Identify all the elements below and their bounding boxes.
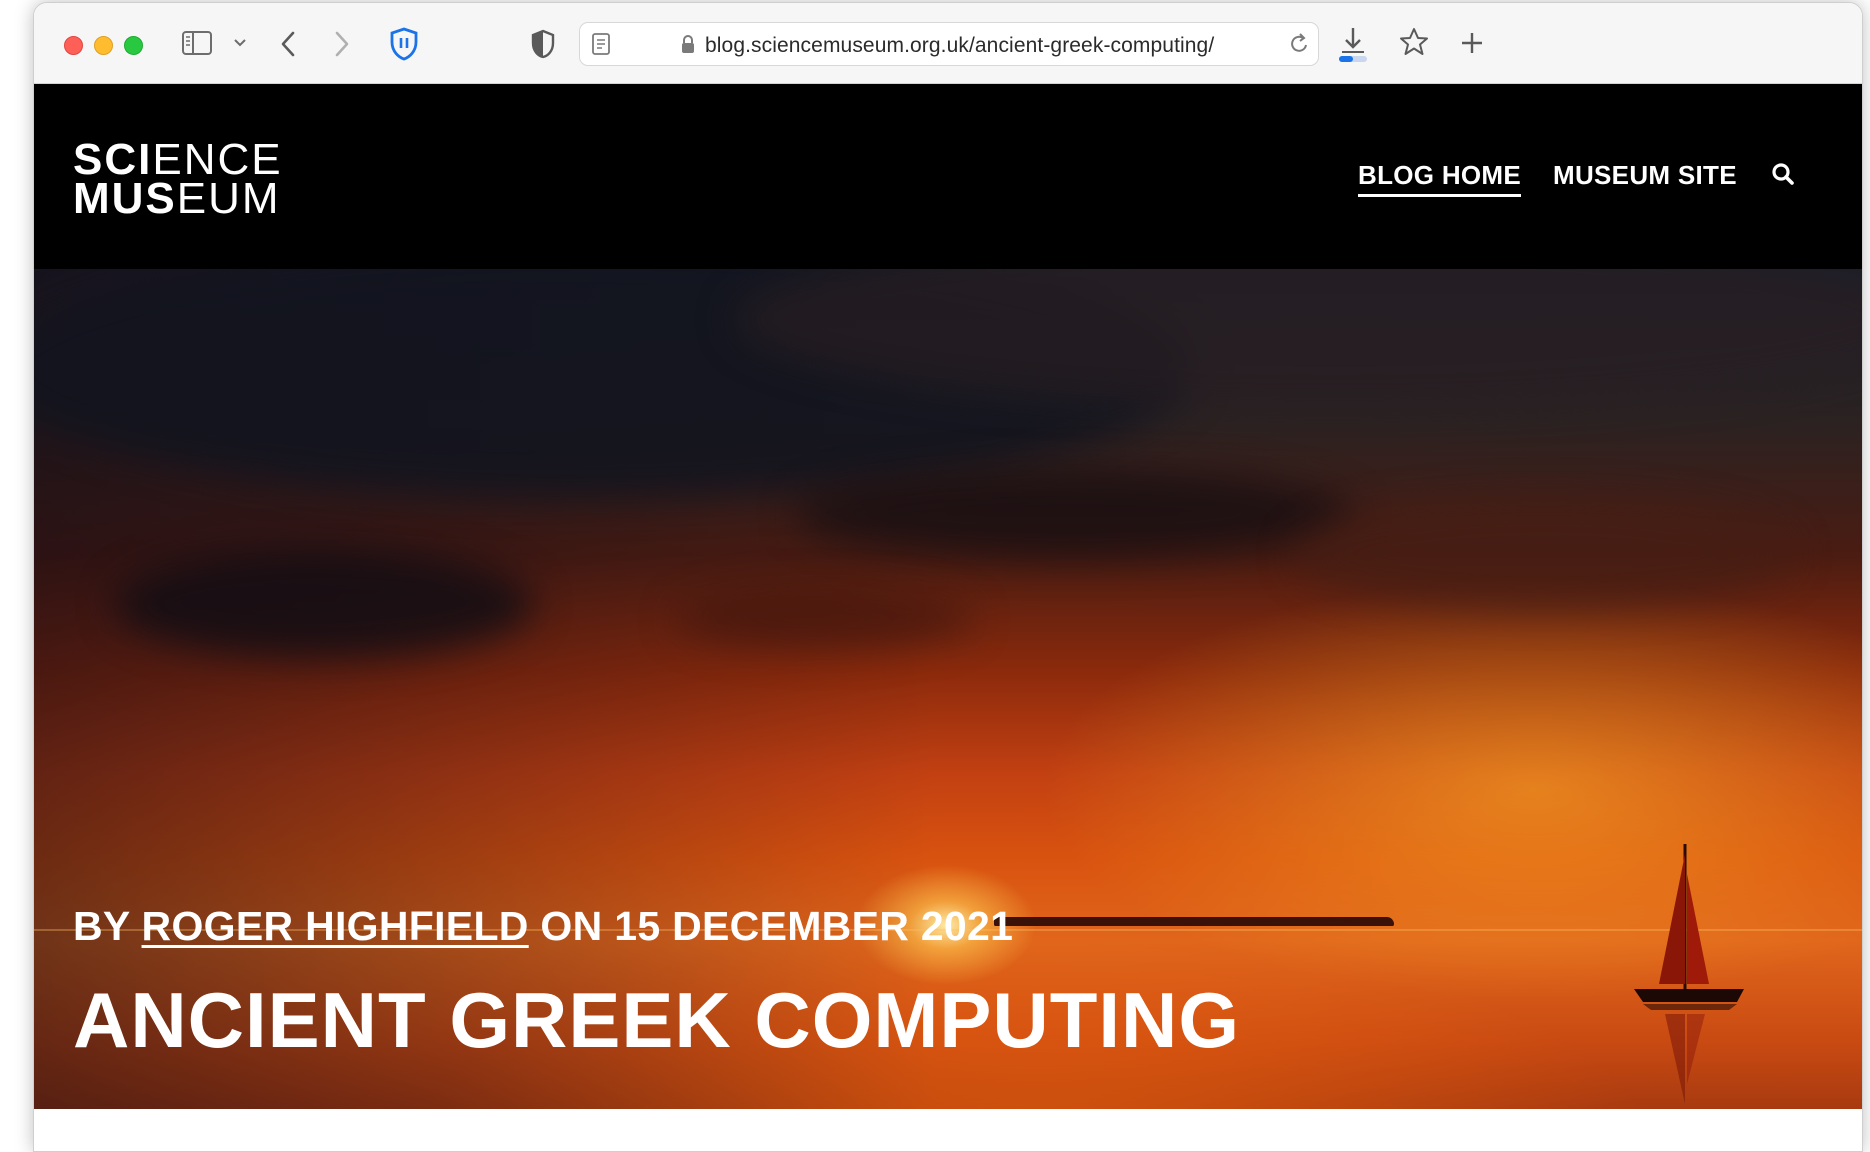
forward-icon[interactable] [334,31,350,57]
lock-icon [680,34,696,54]
sailboat-silhouette [1629,844,1749,1109]
hero-banner: BY ROGER HIGHFIELD ON 15 DECEMBER 2021 A… [34,269,1862,1109]
star-icon[interactable] [1399,27,1429,57]
article-byline: BY ROGER HIGHFIELD ON 15 DECEMBER 2021 [73,903,1013,950]
article-date: ON 15 DECEMBER 2021 [540,903,1014,949]
island-silhouette [994,917,1394,926]
zoom-window-button[interactable] [124,36,143,55]
science-museum-logo[interactable]: SCIENCE MUSEUM [73,138,283,221]
minimize-window-button[interactable] [94,36,113,55]
browser-toolbar: blog.sciencemuseum.org.uk/ancient-greek-… [34,3,1862,84]
author-link[interactable]: ROGER HIGHFIELD [142,903,529,949]
logo-text-bold-2: MUS [73,174,177,223]
close-window-button[interactable] [64,36,83,55]
search-icon[interactable] [1771,162,1795,191]
logo-text-thin-2: EUM [176,174,281,223]
cloud [794,469,1354,559]
url-text[interactable]: blog.sciencemuseum.org.uk/ancient-greek-… [705,34,1214,58]
nav-museum-site[interactable]: MUSEUM SITE [1553,160,1737,191]
byline-prefix: BY [73,903,130,949]
download-icon[interactable] [1336,25,1370,63]
sidebar-icon[interactable] [182,31,212,55]
plus-icon[interactable] [1460,31,1484,55]
nav-blog-home[interactable]: BLOG HOME [1358,160,1522,197]
cloud [114,549,534,659]
back-icon[interactable] [280,31,296,57]
cloud [1294,499,1794,609]
privacy-shield-icon[interactable] [531,29,555,59]
cloud [674,589,974,649]
shield-extension-icon[interactable] [389,27,419,61]
article-title: ANCIENT GREEK COMPUTING [73,976,1241,1064]
reader-icon[interactable] [592,33,610,55]
site-header: SCIENCE MUSEUM BLOG HOME MUSEUM SITE [34,84,1862,269]
address-bar[interactable]: blog.sciencemuseum.org.uk/ancient-greek-… [579,22,1319,66]
browser-window: blog.sciencemuseum.org.uk/ancient-greek-… [33,2,1863,1152]
chevron-down-icon[interactable] [233,38,247,48]
reload-icon[interactable] [1288,32,1310,56]
